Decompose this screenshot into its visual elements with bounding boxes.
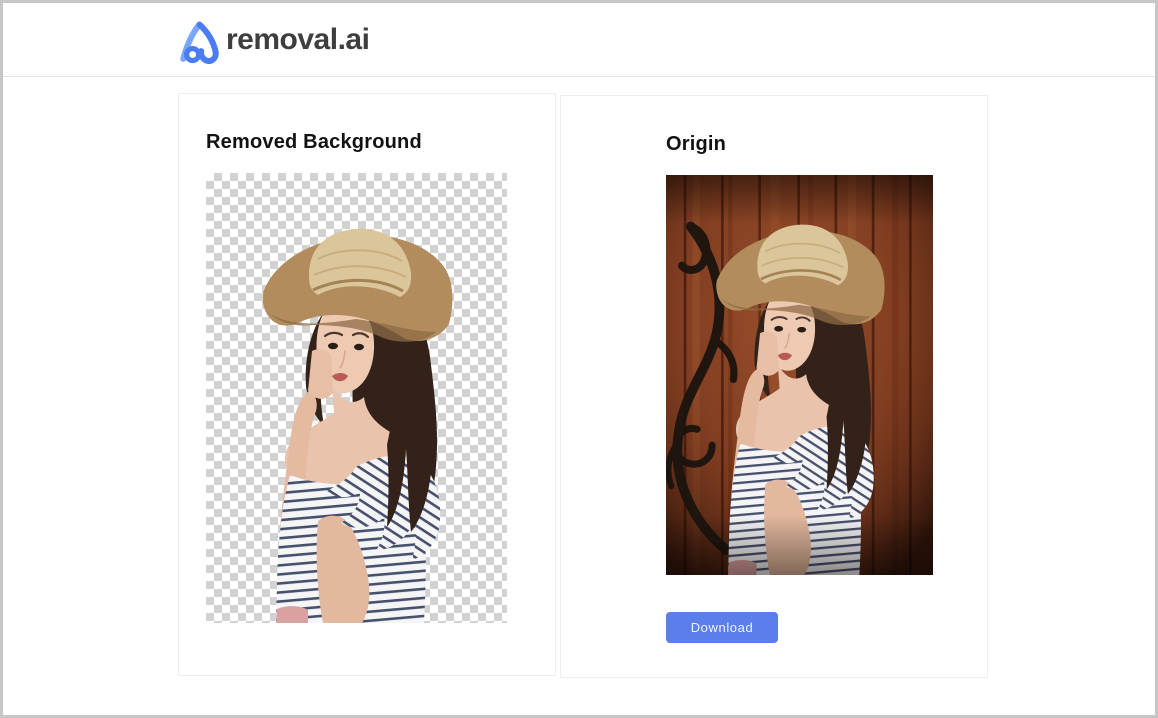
removal-ai-logo-icon [176, 16, 223, 64]
download-button[interactable]: Download [666, 612, 778, 643]
removed-background-title: Removed Background [206, 130, 422, 154]
logo-text: removal.ai [226, 16, 369, 64]
removed-background-image [206, 173, 507, 623]
logo[interactable]: removal.ai [176, 16, 369, 64]
origin-title: Origin [666, 132, 726, 156]
origin-panel: Origin [560, 95, 988, 678]
origin-image [666, 175, 933, 575]
removed-background-panel: Removed Background [178, 93, 556, 676]
window-frame: removal.ai Removed Background Origin [0, 0, 1158, 718]
header: removal.ai [3, 3, 1155, 77]
